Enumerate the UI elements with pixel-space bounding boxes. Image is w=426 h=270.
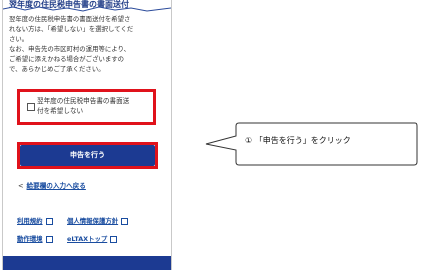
phone-screen: 翌年度の住民税申告書の書面送付 翌年度の住民税申告書の書面送付を希望さ れない方… <box>2 0 172 270</box>
checkbox-label[interactable]: 翌年度の住民税申告書の書面送 付を希望しない <box>37 96 149 116</box>
notice-line-5: ご希望に添えかねる場合がございますの <box>9 55 125 63</box>
notice-line-3: さい。 <box>9 35 29 43</box>
footer-terms-label: 利用規約 <box>17 217 43 225</box>
footer-terms-link[interactable]: 利用規約 <box>17 216 53 225</box>
back-link[interactable]: < 給要欄の入力へ戻る <box>18 180 86 190</box>
footer-etax-link[interactable]: eLTAXトップ <box>67 234 118 243</box>
footer-band <box>3 256 171 270</box>
notice-line-2: れない方は、「希望しない」を選択してくだ <box>9 25 134 33</box>
footer-privacy-label: 個人情報保護方針 <box>67 217 119 225</box>
external-link-icon <box>45 235 53 243</box>
chevron-left-icon: < <box>18 182 24 190</box>
torn-edge <box>3 6 171 12</box>
no-paper-checkbox[interactable] <box>27 103 35 111</box>
external-link-icon <box>45 217 53 225</box>
notice-line-6: で、あらかじめご了承ください。 <box>9 65 105 73</box>
footer-environment-link[interactable]: 動作環境 <box>17 234 53 243</box>
external-link-icon <box>121 217 129 225</box>
callout-text: ① 「申告を行う」をクリック <box>245 136 351 145</box>
submit-button[interactable]: 申告を行う <box>20 145 155 166</box>
external-link-icon <box>110 235 118 243</box>
notice-line-4: なお、申告先の市区町村の運用等により、 <box>9 45 131 53</box>
footer-privacy-link[interactable]: 個人情報保護方針 <box>67 216 129 225</box>
footer-environment-label: 動作環境 <box>17 235 43 243</box>
checkbox-label-line-2: 付を希望しない <box>37 107 84 115</box>
checkbox-label-line-1: 翌年度の住民税申告書の書面送 <box>37 97 130 105</box>
checkbox-highlight: 翌年度の住民税申告書の書面送 付を希望しない <box>17 89 156 125</box>
back-link-label: 給要欄の入力へ戻る <box>26 182 86 190</box>
notice-line-1: 翌年度の住民税申告書の書面送付を希望さ <box>9 15 131 23</box>
footer-etax-label: eLTAXトップ <box>67 235 108 243</box>
